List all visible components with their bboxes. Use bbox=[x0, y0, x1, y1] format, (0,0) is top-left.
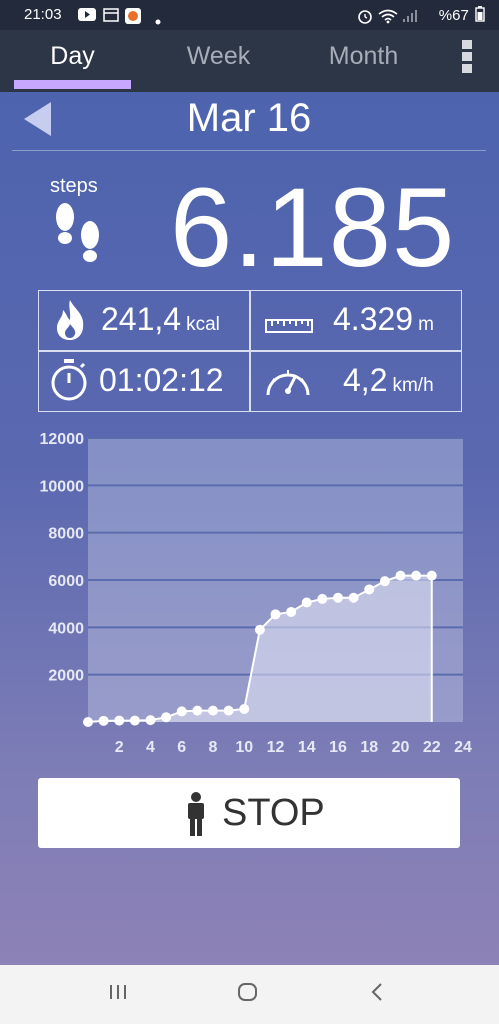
tab-month[interactable]: Month bbox=[305, 30, 422, 92]
x-tick-label: 12 bbox=[267, 739, 285, 756]
wifi-icon bbox=[378, 8, 398, 28]
data-point bbox=[145, 715, 156, 726]
signal-icon bbox=[402, 8, 418, 27]
stopwatch-icon bbox=[51, 359, 87, 401]
person-icon bbox=[188, 792, 204, 836]
x-tick-label: 18 bbox=[360, 739, 378, 756]
stats-grid: 241,4 kcal 4.329 m 01:02:12 4,2 km/h bbox=[38, 290, 462, 412]
x-tick-label: 16 bbox=[329, 739, 347, 756]
stop-button[interactable]: STOP bbox=[38, 778, 460, 848]
more-notifications-dot-icon bbox=[155, 12, 161, 29]
data-point bbox=[208, 705, 218, 716]
x-tick-label: 8 bbox=[209, 739, 218, 756]
data-point bbox=[254, 624, 265, 635]
distance-unit: m bbox=[418, 314, 434, 335]
home-icon[interactable] bbox=[236, 981, 260, 1008]
data-point bbox=[395, 570, 406, 581]
speedometer-icon bbox=[266, 370, 310, 396]
y-tick-label: 2000 bbox=[48, 668, 84, 685]
x-tick-label: 10 bbox=[235, 739, 253, 756]
x-tick-label: 20 bbox=[392, 739, 410, 756]
ruler-icon bbox=[265, 319, 313, 333]
speed-value: 4,2 bbox=[343, 362, 388, 398]
data-point bbox=[83, 717, 93, 727]
calories-value: 241,4 bbox=[101, 301, 182, 337]
data-point bbox=[411, 570, 422, 581]
active-tab-indicator bbox=[14, 80, 131, 89]
y-tick-label: 10000 bbox=[40, 478, 85, 495]
duration-value: 01:02:12 bbox=[99, 362, 224, 398]
distance-stat: 4.329 m bbox=[251, 291, 461, 349]
footprints-icon bbox=[52, 202, 104, 275]
back-icon[interactable] bbox=[368, 981, 386, 1008]
speed-stat: 4,2 km/h bbox=[251, 352, 461, 410]
data-point bbox=[426, 570, 437, 581]
battery-icon bbox=[475, 6, 485, 22]
data-point bbox=[301, 597, 312, 608]
stop-button-label: STOP bbox=[222, 792, 325, 834]
data-point bbox=[270, 609, 281, 620]
data-point bbox=[348, 592, 359, 603]
data-point bbox=[333, 592, 343, 603]
distance-value: 4.329 bbox=[333, 301, 414, 337]
calendar-icon bbox=[103, 8, 119, 26]
data-point bbox=[239, 703, 250, 714]
data-point bbox=[98, 715, 109, 726]
tab-week[interactable]: Week bbox=[160, 30, 277, 92]
y-tick-label: 8000 bbox=[48, 526, 84, 543]
battery-status: %67 bbox=[439, 6, 485, 24]
data-point bbox=[379, 576, 390, 587]
alarm-icon bbox=[357, 8, 373, 28]
status-time: 21:03 bbox=[24, 6, 62, 23]
app-notification-icon bbox=[125, 8, 141, 28]
flame-icon bbox=[57, 300, 84, 340]
steps-label: steps bbox=[50, 175, 98, 197]
data-point bbox=[286, 606, 297, 617]
speed-unit: km/h bbox=[392, 375, 434, 396]
data-point bbox=[317, 593, 328, 604]
x-tick-label: 22 bbox=[423, 739, 441, 756]
system-navigation-bar bbox=[0, 965, 499, 1024]
overflow-menu-icon[interactable] bbox=[460, 40, 474, 78]
y-tick-label: 4000 bbox=[48, 620, 84, 637]
x-tick-label: 4 bbox=[146, 739, 155, 756]
y-tick-label: 12000 bbox=[40, 431, 85, 448]
steps-by-hour-chart: 200040006000800010000120002 4 6 8 10 12 14 16 18… bbox=[40, 431, 473, 756]
data-point bbox=[176, 706, 187, 717]
x-tick-label: 24 bbox=[454, 739, 472, 756]
youtube-icon bbox=[78, 8, 96, 26]
data-point bbox=[161, 712, 172, 723]
x-tick-label: 14 bbox=[298, 739, 316, 756]
step-count: 6.185 bbox=[170, 165, 456, 290]
data-point bbox=[223, 705, 234, 716]
current-date: Mar 16 bbox=[186, 96, 312, 140]
recent-apps-icon[interactable] bbox=[108, 981, 128, 1008]
data-point bbox=[364, 584, 375, 595]
y-tick-label: 6000 bbox=[48, 573, 84, 590]
calories-unit: kcal bbox=[186, 314, 220, 335]
data-point bbox=[114, 715, 125, 726]
status-bar: 21:03 %67 bbox=[0, 0, 499, 30]
calories-stat: 241,4 kcal bbox=[39, 291, 249, 349]
x-tick-label: 6 bbox=[177, 739, 186, 756]
x-tick-label: 2 bbox=[115, 739, 124, 756]
battery-percent: %67 bbox=[438, 7, 469, 24]
duration-stat: 01:02:12 bbox=[39, 352, 249, 410]
data-point bbox=[192, 705, 203, 716]
date-header: Mar 16 bbox=[12, 92, 486, 151]
data-point bbox=[129, 715, 140, 726]
